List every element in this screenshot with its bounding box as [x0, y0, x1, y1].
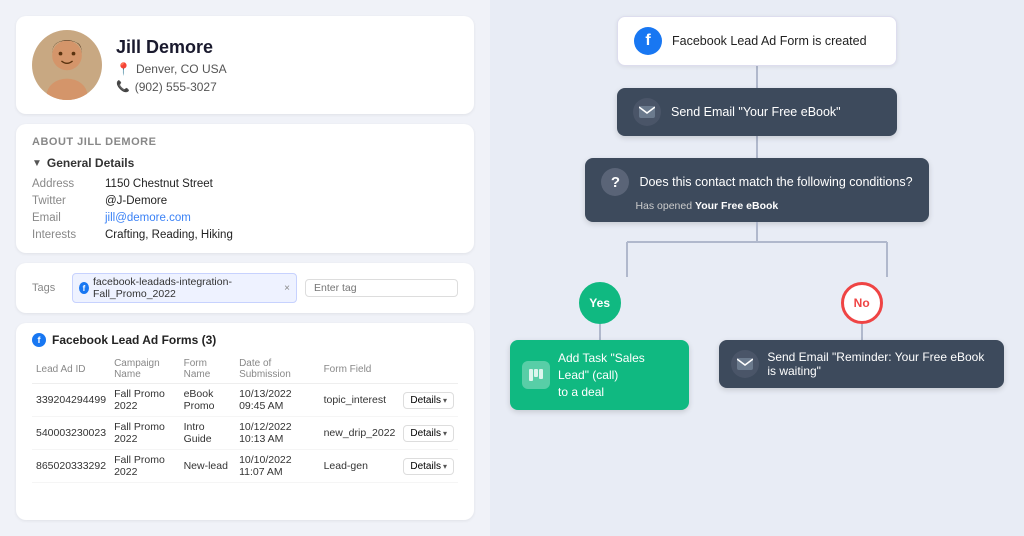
section-header: ▼ General Details — [32, 156, 458, 170]
cell-actions: Details ▾ — [399, 417, 458, 450]
no-email-icon — [731, 350, 759, 378]
interests-value: Crafting, Reading, Hiking — [105, 229, 458, 241]
condition-row: ? Does this contact match the following … — [601, 168, 912, 196]
phone-icon: 📞 — [116, 80, 130, 93]
cell-form: eBook Promo — [180, 384, 235, 417]
yes-label: Yes — [579, 282, 621, 324]
interests-label: Interests — [32, 229, 97, 241]
address-value: 1150 Chestnut Street — [105, 178, 458, 190]
condition-label: Does this contact match the following co… — [639, 175, 912, 189]
lead-forms-card: f Facebook Lead Ad Forms (3) Lead Ad ID … — [16, 323, 474, 520]
connector-1 — [756, 66, 758, 88]
location-icon: 📍 — [116, 62, 131, 76]
no-action-label: Send Email "Reminder: Your Free eBook is… — [767, 350, 992, 378]
cell-form: Intro Guide — [180, 417, 235, 450]
condition-sub: Has opened Your Free eBook — [635, 200, 778, 212]
yes-action-node[interactable]: Add Task "Sales Lead" (call)to a deal — [510, 340, 689, 410]
no-connector — [861, 324, 863, 340]
table-row: 339204294499 Fall Promo 2022 eBook Promo… — [32, 384, 458, 417]
condition-node[interactable]: ? Does this contact match the following … — [585, 158, 928, 222]
profile-info: Jill Demore 📍 Denver, CO USA 📞 (902) 555… — [116, 37, 227, 94]
details-button[interactable]: Details ▾ — [403, 458, 454, 475]
twitter-value: @J-Demore — [105, 195, 458, 207]
cell-lead-id: 540003230023 — [32, 417, 110, 450]
dropdown-arrow-icon: ▾ — [443, 462, 447, 471]
task-icon — [522, 361, 550, 389]
col-lead-id: Lead Ad ID — [32, 355, 110, 384]
lead-forms-title: Facebook Lead Ad Forms (3) — [52, 333, 216, 347]
cell-actions: Details ▾ — [399, 450, 458, 483]
address-label: Address — [32, 178, 97, 190]
tag-input[interactable] — [305, 279, 458, 297]
col-form: Form Name — [180, 355, 235, 384]
profile-phone: 📞 (902) 555-3027 — [116, 80, 227, 94]
condition-sub-bold: Your Free eBook — [695, 200, 778, 212]
facebook-trigger-icon: f — [634, 27, 662, 55]
facebook-icon: f — [32, 333, 46, 347]
cell-date: 10/12/2022 10:13 AM — [235, 417, 320, 450]
tag-pill: f facebook-leadads-integration-Fall_Prom… — [72, 273, 297, 303]
details-button[interactable]: Details ▾ — [403, 425, 454, 442]
yes-action-label: Add Task "Sales Lead" (call)to a deal — [558, 350, 677, 400]
connector-2 — [756, 136, 758, 158]
branch-svg — [547, 222, 967, 282]
table-row: 865020333292 Fall Promo 2022 New-lead 10… — [32, 450, 458, 483]
cell-lead-id: 339204294499 — [32, 384, 110, 417]
about-card: About Jill Demore ▼ General Details Addr… — [16, 124, 474, 253]
cell-actions: Details ▾ — [399, 384, 458, 417]
branch-connector — [510, 222, 1004, 282]
profile-card: Jill Demore 📍 Denver, CO USA 📞 (902) 555… — [16, 16, 474, 114]
tag-close-button[interactable]: × — [284, 283, 290, 294]
details-button[interactable]: Details ▾ — [403, 392, 454, 409]
email-action-icon — [633, 98, 661, 126]
cell-campaign: Fall Promo 2022 — [110, 384, 180, 417]
cell-field: Lead-gen — [320, 450, 400, 483]
no-label: No — [841, 282, 883, 324]
email-label: Email — [32, 212, 97, 224]
fields-grid: Address 1150 Chestnut Street Twitter @J-… — [32, 178, 458, 241]
cell-campaign: Fall Promo 2022 — [110, 450, 180, 483]
action-email-label: Send Email "Your Free eBook" — [671, 105, 841, 119]
left-panel: Jill Demore 📍 Denver, CO USA 📞 (902) 555… — [0, 0, 490, 536]
cell-date: 10/10/2022 11:07 AM — [235, 450, 320, 483]
twitter-label: Twitter — [32, 195, 97, 207]
col-campaign: Campaign Name — [110, 355, 180, 384]
no-branch: No Send Email "Reminder: Your Free eBook… — [719, 282, 1004, 388]
cell-date: 10/13/2022 09:45 AM — [235, 384, 320, 417]
about-title: About Jill Demore — [32, 136, 458, 148]
dropdown-arrow-icon: ▾ — [443, 429, 447, 438]
email-value: jill@demore.com — [105, 212, 458, 224]
cell-field: new_drip_2022 — [320, 417, 400, 450]
tag-facebook-icon: f — [79, 282, 89, 294]
yes-no-row: Yes Add Task "Sales Lead" (call)to a dea… — [510, 282, 1004, 410]
cell-campaign: Fall Promo 2022 — [110, 417, 180, 450]
condition-icon: ? — [601, 168, 629, 196]
action-send-email-node[interactable]: Send Email "Your Free eBook" — [617, 88, 897, 136]
cell-field: topic_interest — [320, 384, 400, 417]
col-field: Form Field — [320, 355, 400, 384]
lead-forms-table: Lead Ad ID Campaign Name Form Name Date … — [32, 355, 458, 483]
right-panel: f Facebook Lead Ad Form is created Send … — [490, 0, 1024, 536]
profile-location: 📍 Denver, CO USA — [116, 62, 227, 76]
col-date: Date of Submission — [235, 355, 320, 384]
trigger-node[interactable]: f Facebook Lead Ad Form is created — [617, 16, 897, 66]
no-action-node[interactable]: Send Email "Reminder: Your Free eBook is… — [719, 340, 1004, 388]
table-row: 540003230023 Fall Promo 2022 Intro Guide… — [32, 417, 458, 450]
cell-form: New-lead — [180, 450, 235, 483]
cell-lead-id: 865020333292 — [32, 450, 110, 483]
yes-connector — [599, 324, 601, 340]
tag-text: facebook-leadads-integration-Fall_Promo_… — [93, 276, 278, 300]
col-actions — [399, 355, 458, 384]
tags-card: Tags f facebook-leadads-integration-Fall… — [16, 263, 474, 313]
dropdown-arrow-icon: ▾ — [443, 396, 447, 405]
yes-branch: Yes Add Task "Sales Lead" (call)to a dea… — [510, 282, 689, 410]
workflow-container: f Facebook Lead Ad Form is created Send … — [510, 16, 1004, 410]
trigger-label: Facebook Lead Ad Form is created — [672, 34, 867, 48]
lead-forms-header: f Facebook Lead Ad Forms (3) — [32, 333, 458, 347]
profile-name: Jill Demore — [116, 37, 227, 58]
avatar — [32, 30, 102, 100]
tags-label: Tags — [32, 282, 64, 294]
chevron-icon: ▼ — [32, 158, 42, 169]
